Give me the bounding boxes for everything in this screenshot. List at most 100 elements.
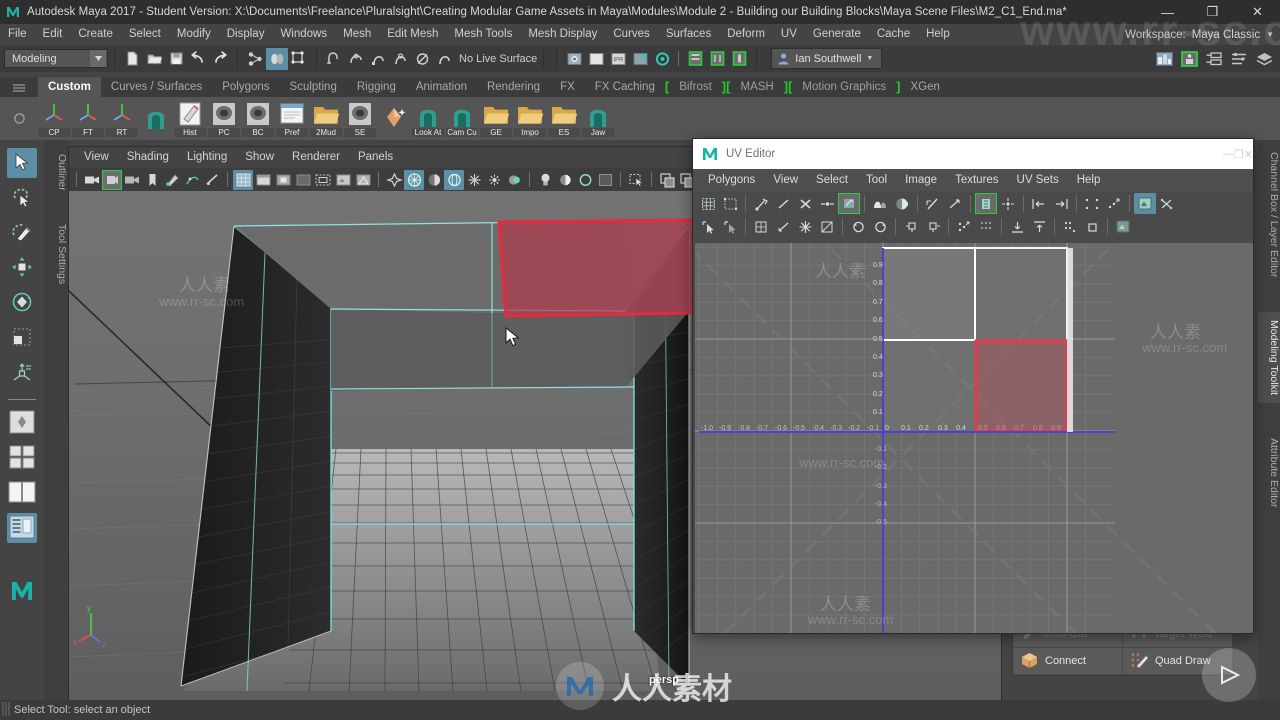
menu-item-surfaces[interactable]: Surfaces <box>658 24 719 45</box>
menu-item-cache[interactable]: Cache <box>869 24 918 45</box>
play-button-badge[interactable] <box>1202 648 1256 702</box>
shelf-button-impo[interactable]: Impo <box>514 99 546 139</box>
menu-item-edit-mesh[interactable]: Edit Mesh <box>379 24 446 45</box>
menu-item-display[interactable]: Display <box>219 24 273 45</box>
two-sided-lighting-icon[interactable] <box>182 170 202 190</box>
shelf-tab-polygons[interactable]: Polygons <box>212 77 279 97</box>
uv-grid-icon[interactable] <box>697 193 719 214</box>
menu-item-create[interactable]: Create <box>70 24 121 45</box>
uv-menu-help[interactable]: Help <box>1068 169 1110 191</box>
shelf-button-rt[interactable]: RT <box>106 99 138 139</box>
show-hide-ui-icon[interactable] <box>1153 48 1175 70</box>
channel-box-toggle-icon[interactable] <box>684 48 706 70</box>
shadow-toggle-icon[interactable] <box>424 170 444 190</box>
select-by-hierarchy-icon[interactable] <box>244 48 266 70</box>
uv-rotate-cw-icon[interactable] <box>869 216 891 237</box>
uv-menu-polygons[interactable]: Polygons <box>699 169 764 191</box>
uv-straighten-icon[interactable] <box>944 193 966 214</box>
uv-move-sew-icon[interactable] <box>838 193 860 214</box>
menu-item-mesh-display[interactable]: Mesh Display <box>520 24 605 45</box>
bounding-box-icon[interactable] <box>313 170 333 190</box>
shelf-button-pref[interactable]: Pref <box>276 99 308 139</box>
menu-item-help[interactable]: Help <box>918 24 958 45</box>
help-line-gripper-icon[interactable] <box>2 700 12 720</box>
snap-to-grid-icon[interactable] <box>323 48 345 70</box>
undo-icon[interactable] <box>187 48 209 70</box>
uv-snap-top-icon[interactable] <box>1028 216 1050 237</box>
shelf-tab-custom[interactable]: Custom <box>38 77 101 97</box>
minimize-button[interactable]: — <box>1145 0 1190 24</box>
flat-shade-icon[interactable] <box>293 170 313 190</box>
snap-to-view-plane-icon[interactable] <box>411 48 433 70</box>
uv-editor-canvas[interactable]: 0 0.1 0.2 0.3 0.4 0.5 0.6 0.7 0.8 0.9 -1… <box>695 243 1253 633</box>
shelf-tab-fx[interactable]: FX <box>550 77 585 97</box>
menu-item-windows[interactable]: Windows <box>272 24 335 45</box>
shelf-tab-mash[interactable]: MASH <box>730 77 783 97</box>
viewport-menu-lighting[interactable]: Lighting <box>178 147 236 168</box>
shelf-button-arch-1[interactable] <box>140 99 172 139</box>
textured-icon[interactable] <box>333 170 353 190</box>
menu-item-mesh[interactable]: Mesh <box>335 24 379 45</box>
bookmark-icon[interactable] <box>142 170 162 190</box>
select-by-component-icon[interactable] <box>288 48 310 70</box>
uv-pin-icon[interactable] <box>900 216 922 237</box>
uv-maximize-button[interactable]: ❐ <box>1234 148 1244 161</box>
uv-auto-icon[interactable] <box>794 216 816 237</box>
use-default-light-icon[interactable] <box>384 170 404 190</box>
render-view-icon[interactable] <box>651 48 673 70</box>
uv-flip-icon[interactable] <box>1103 193 1125 214</box>
maximize-button[interactable]: ❐ <box>1190 0 1235 24</box>
viewport-menu-panels[interactable]: Panels <box>349 147 402 168</box>
isolate-select-icon[interactable] <box>626 170 646 190</box>
grid-toggle-icon[interactable] <box>535 170 555 190</box>
shelf-button-bc[interactable]: BC <box>242 99 274 139</box>
uv-unfold-icon[interactable] <box>869 193 891 214</box>
viewport-menu-show[interactable]: Show <box>236 147 283 168</box>
select-tool-button[interactable] <box>7 148 37 178</box>
uv-cylindrical-icon[interactable] <box>816 216 838 237</box>
shelf-button-cam-cu[interactable]: Cam Cu <box>446 99 478 139</box>
menu-item-file[interactable]: File <box>0 24 35 45</box>
ipr-render-icon[interactable] <box>585 48 607 70</box>
uv-select-icon[interactable] <box>697 216 719 237</box>
snap-to-projected-center-icon[interactable] <box>389 48 411 70</box>
layout-quad-button[interactable] <box>7 443 37 473</box>
smooth-shade-all-icon[interactable] <box>253 170 273 190</box>
panel-zoom-icon[interactable] <box>657 170 677 190</box>
shelf-button-se[interactable]: SE <box>344 99 376 139</box>
shelf-button-jaw[interactable]: Jaw <box>582 99 614 139</box>
left-tab-outliner[interactable]: Outliner <box>44 146 68 199</box>
shelf-tab-rendering[interactable]: Rendering <box>477 77 550 97</box>
shelf-tab-rigging[interactable]: Rigging <box>347 77 406 97</box>
shelf-tab-sculpting[interactable]: Sculpting <box>280 77 347 97</box>
menu-item-uv[interactable]: UV <box>773 24 805 45</box>
new-scene-icon[interactable] <box>121 48 143 70</box>
uv-texture-display-icon[interactable] <box>1134 193 1156 214</box>
uv-rotate-ccw-icon[interactable] <box>847 216 869 237</box>
uv-snap-left-icon[interactable] <box>1028 193 1050 214</box>
uv-shade-icon[interactable] <box>1156 193 1178 214</box>
uv-distribute-grid-icon[interactable] <box>975 216 997 237</box>
attribute-editor-toggle-icon[interactable] <box>728 48 750 70</box>
camera-attributes-icon[interactable] <box>102 169 122 190</box>
open-scene-icon[interactable] <box>143 48 165 70</box>
uv-menu-view[interactable]: View <box>764 169 807 191</box>
last-tool-button[interactable] <box>7 358 37 388</box>
menu-item-select[interactable]: Select <box>121 24 169 45</box>
uv-layout-icon[interactable] <box>891 193 913 214</box>
uv-close-button[interactable]: ✕ <box>1244 148 1253 161</box>
menu-item-modify[interactable]: Modify <box>169 24 219 45</box>
right-tab-attribute-editor[interactable]: Attribute Editor <box>1258 430 1280 515</box>
channel-box-layout-icon[interactable] <box>1203 48 1225 70</box>
smooth-shade-selected-icon[interactable] <box>273 170 293 190</box>
scale-tool-button[interactable] <box>7 323 37 353</box>
lasso-select-tool-button[interactable] <box>7 183 37 213</box>
right-tab-modeling-toolkit[interactable]: Modeling Toolkit <box>1258 312 1280 404</box>
right-tab-channel-box[interactable]: Channel Box / Layer Editor <box>1258 144 1280 286</box>
save-scene-icon[interactable] <box>165 48 187 70</box>
layout-single-button[interactable] <box>7 408 37 438</box>
xray-icon[interactable] <box>353 170 373 190</box>
menu-item-generate[interactable]: Generate <box>805 24 869 45</box>
uv-menu-select[interactable]: Select <box>807 169 857 191</box>
shelf-button-diamond[interactable] <box>378 99 410 139</box>
